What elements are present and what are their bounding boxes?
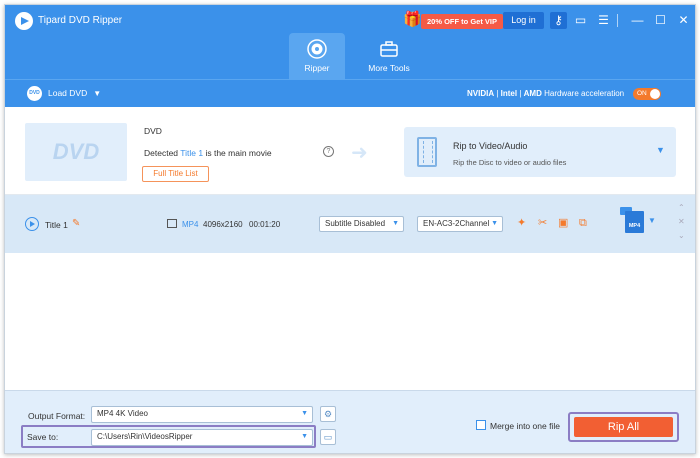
- key-icon[interactable]: ⚷: [550, 12, 567, 29]
- titlebar-divider: [617, 14, 618, 27]
- rip-mode-title: Rip to Video/Audio: [453, 141, 528, 151]
- hw-nvidia: NVIDIA: [467, 89, 495, 98]
- chevron-down-icon: ▼: [491, 220, 498, 227]
- chevron-down-icon: ▼: [301, 410, 308, 417]
- rip-all-button[interactable]: Rip All: [574, 417, 673, 437]
- audio-track-value: EN-AC3-2Channel: [423, 219, 490, 228]
- load-dvd-label: Load DVD: [48, 88, 88, 98]
- chevron-down-icon[interactable]: ⌄: [678, 231, 685, 240]
- dvd-disc-icon: DVD: [27, 85, 42, 101]
- output-format-badge[interactable]: MP4: [625, 211, 644, 233]
- detected-suffix: is the main movie: [205, 148, 272, 158]
- save-to-label: Save to:: [27, 432, 59, 442]
- video-resolution: 4096x2160: [203, 220, 243, 229]
- hardware-acceleration-info: NVIDIA | Intel | AMD Hardware accelerati…: [467, 89, 625, 98]
- merge-checkbox[interactable]: [476, 420, 486, 430]
- chevron-down-icon[interactable]: ▼: [648, 216, 656, 225]
- feedback-icon[interactable]: ▭: [572, 12, 589, 29]
- source-panel: DVD DVD Detected Title 1 is the main mov…: [5, 108, 695, 195]
- disc-icon: [307, 39, 327, 59]
- format-settings-icon[interactable]: ⚙: [320, 406, 336, 422]
- output-format-value: MP4 4K Video: [97, 409, 148, 418]
- full-title-list-button[interactable]: Full Title List: [142, 166, 209, 182]
- app-title: Tipard DVD Ripper: [38, 15, 123, 26]
- minimize-icon[interactable]: —: [629, 12, 646, 29]
- detected-prefix: Detected: [144, 148, 179, 158]
- hw-label: Hardware acceleration: [544, 89, 625, 98]
- chevron-down-icon: ▼: [93, 88, 102, 98]
- title-name: Title 1: [45, 220, 68, 230]
- title-bar: Tipard DVD Ripper 🎁 20% OFF to Get VIP L…: [5, 5, 695, 83]
- chevron-down-icon: ▼: [392, 220, 399, 227]
- edit-icon[interactable]: ✎: [72, 218, 80, 229]
- menu-icon[interactable]: ☰: [595, 12, 612, 29]
- rip-mode-selector[interactable]: Rip to Video/Audio Rip the Disc to video…: [404, 127, 676, 177]
- tab-more-tools-label: More Tools: [368, 63, 410, 73]
- film-strip-icon: [417, 137, 437, 167]
- gift-icon[interactable]: 🎁: [403, 11, 422, 29]
- enhance-icon[interactable]: ✦: [517, 217, 526, 230]
- help-icon[interactable]: ?: [323, 146, 334, 157]
- toolbox-icon: [380, 41, 398, 57]
- login-button[interactable]: Log in: [503, 12, 544, 29]
- output-format-select[interactable]: MP4 4K Video ▼: [91, 406, 313, 423]
- output-format-label: Output Format:: [28, 411, 86, 421]
- video-file-icon: [167, 219, 177, 228]
- merge-label: Merge into one file: [490, 421, 560, 431]
- dvd-logo-icon: DVD: [52, 139, 100, 164]
- main-toolbar: DVD Load DVD ▼ NVIDIA | Intel | AMD Hard…: [5, 79, 695, 107]
- title-list-area: [5, 253, 695, 389]
- vip-offer-button[interactable]: 20% OFF to Get VIP: [421, 14, 504, 29]
- hw-intel: Intel: [500, 89, 518, 98]
- app-logo-icon: [15, 12, 33, 30]
- tab-ripper[interactable]: Ripper: [289, 33, 345, 79]
- load-dvd-button[interactable]: DVD Load DVD ▼: [27, 85, 101, 101]
- chevron-down-icon: ▼: [301, 433, 308, 440]
- save-to-select[interactable]: C:\Users\Rin\VideosRipper ▼: [91, 429, 313, 446]
- play-icon[interactable]: [25, 217, 39, 231]
- main-title-link[interactable]: Title 1: [180, 148, 203, 158]
- dvd-thumbnail: DVD: [25, 123, 127, 181]
- hw-amd: AMD: [523, 89, 542, 98]
- audio-track-select[interactable]: EN-AC3-2Channel ▼: [417, 216, 503, 232]
- compress-icon[interactable]: ⧉: [579, 217, 587, 230]
- save-to-value: C:\Users\Rin\VideosRipper: [97, 432, 193, 441]
- source-title: DVD: [144, 126, 162, 136]
- close-icon[interactable]: ✕: [675, 12, 692, 29]
- video-duration: 00:01:20: [249, 220, 281, 229]
- video-format: MP4: [182, 220, 199, 229]
- app-window: Tipard DVD Ripper 🎁 20% OFF to Get VIP L…: [4, 4, 696, 454]
- arrow-right-icon: ➜: [351, 142, 368, 164]
- tab-ripper-label: Ripper: [304, 63, 330, 73]
- maximize-icon[interactable]: ☐: [652, 12, 669, 29]
- detected-message: Detected Title 1 is the main movie: [144, 148, 272, 158]
- tab-more-tools[interactable]: More Tools: [357, 33, 421, 79]
- open-folder-icon[interactable]: ▭: [320, 429, 336, 445]
- subtitle-select[interactable]: Subtitle Disabled ▼: [319, 216, 404, 232]
- bottom-bar: Output Format: MP4 4K Video ▼ ⚙ Save to:…: [5, 390, 695, 453]
- edit-video-icon[interactable]: ▣: [558, 217, 568, 230]
- subtitle-select-value: Subtitle Disabled: [325, 219, 386, 228]
- chevron-up-icon[interactable]: ⌃: [678, 203, 685, 212]
- chevron-down-icon[interactable]: ▼: [656, 145, 665, 155]
- title-row: Title 1 ✎ MP4 4096x2160 00:01:20 Subtitl…: [5, 195, 695, 253]
- rip-mode-subtitle: Rip the Disc to video or audio files: [453, 158, 567, 167]
- cut-icon[interactable]: ✂: [538, 217, 547, 230]
- hw-acceleration-toggle[interactable]: ON: [633, 88, 661, 100]
- remove-icon[interactable]: ✕: [678, 217, 685, 226]
